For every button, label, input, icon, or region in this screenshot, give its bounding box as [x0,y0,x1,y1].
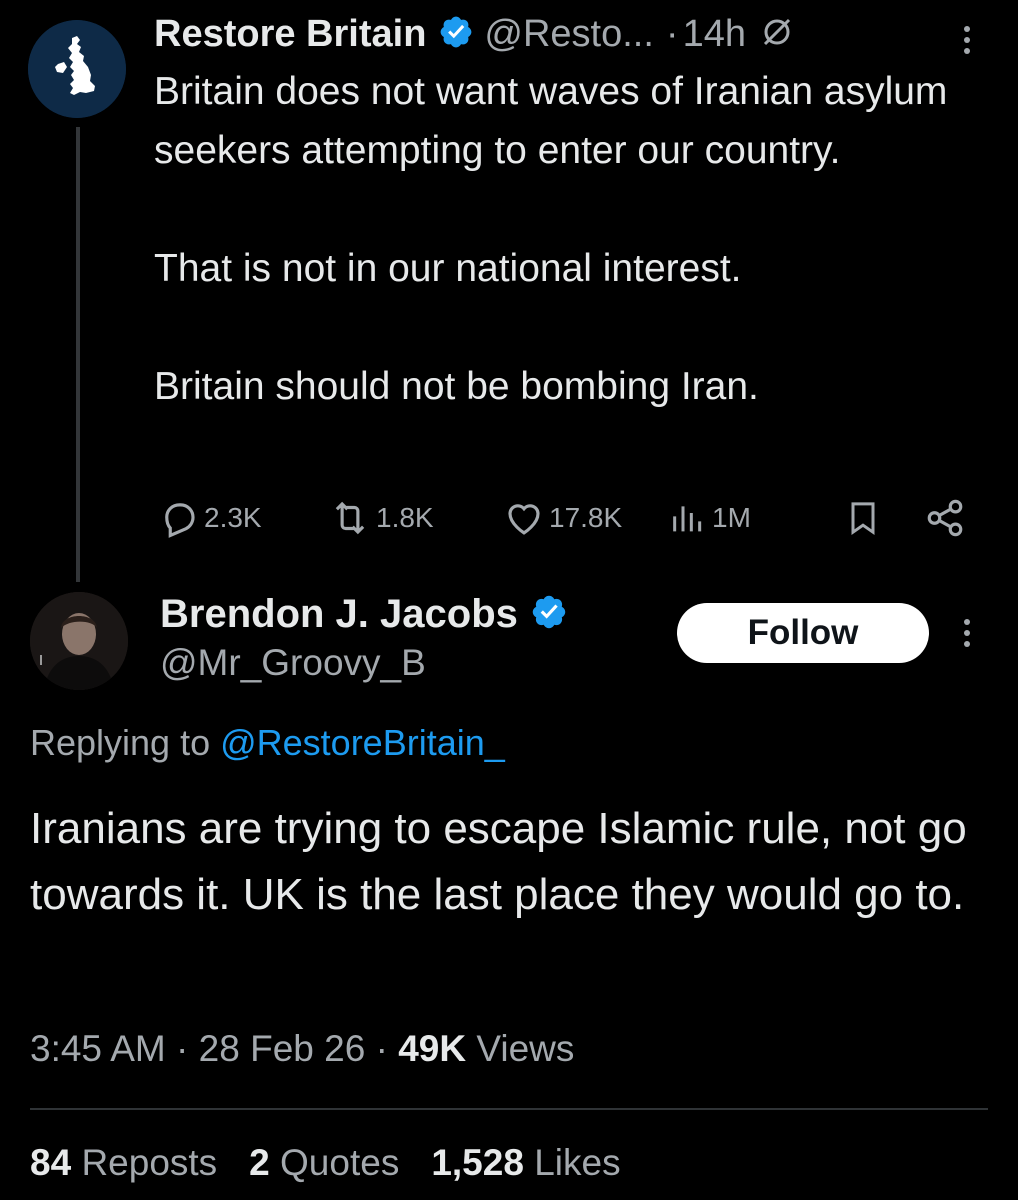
verified-badge-icon [530,593,568,636]
parent-tweet-paragraph: That is not in our national interest. [154,247,742,290]
parent-author-handle[interactable]: @Resto... [484,13,654,56]
replying-to-mention-link[interactable]: @RestoreBritain_ [220,722,505,763]
repost-button[interactable]: 1.8K [328,496,434,540]
divider [30,1108,988,1110]
views-count: 1M [712,502,751,533]
like-icon [508,504,540,535]
reply-tweet-text: Iranians are trying to escape Islamic ru… [30,804,967,919]
views-count: 49K [398,1028,467,1069]
like-count: 17.8K [549,502,623,533]
reply-author-name-row: Brendon J. Jacobs [160,586,568,642]
quotes-label: Quotes [280,1142,400,1183]
separator-dot: · [176,1028,189,1069]
more-icon[interactable] [955,22,979,58]
like-button[interactable]: 17.8K [503,496,622,540]
parent-tweet-text: Britain does not want waves of Iranian a… [154,62,974,416]
parent-tweet-paragraph: Britain should not be bombing Iran. [154,365,759,408]
brendon-jacobs-avatar[interactable] [30,592,128,690]
separator-dot: · [665,12,679,55]
parent-tweet-time[interactable]: 14h [683,13,746,56]
likes-label: Likes [534,1142,621,1183]
parent-tweet-header: Restore Britain @Resto... · 14h [154,8,794,60]
separator-dot: · [375,1028,388,1069]
reposts-stat[interactable]: 84 Reposts [30,1142,217,1183]
parent-tweet-paragraph: Britain does not want waves of Iranian a… [154,70,948,172]
reply-button[interactable]: 2.3K [158,496,262,540]
share-button[interactable] [923,496,971,540]
reply-author-name[interactable]: Brendon J. Jacobs [160,592,518,637]
repost-icon [335,501,365,535]
follow-button[interactable]: Follow [677,603,929,663]
tweet-date[interactable]: 28 Feb 26 [199,1028,366,1069]
more-icon[interactable] [955,615,979,651]
replying-to-label: Replying to [30,722,221,763]
share-icon [927,499,963,537]
quotes-stat[interactable]: 2 Quotes [249,1142,399,1183]
likes-stat[interactable]: 1,528 Likes [431,1142,620,1183]
reposts-count: 84 [30,1142,72,1183]
bookmark-button[interactable] [843,496,887,540]
views-icon [673,506,702,532]
views-label: Views [476,1028,575,1069]
repost-count: 1.8K [376,502,434,533]
thread-connector-line [76,127,80,582]
reply-tweet-meta: 3:45 AM · 28 Feb 26 · 49K Views [30,1028,574,1070]
likes-count: 1,528 [431,1142,524,1183]
replying-to-line: Replying to @RestoreBritain_ [30,722,505,764]
views-button[interactable]: 1M [668,496,751,540]
profile-photo [30,592,128,690]
reply-count: 2.3K [204,502,262,533]
britain-map-icon [28,20,126,118]
tweet-time[interactable]: 3:45 AM [30,1028,166,1069]
quotes-count: 2 [249,1142,270,1183]
reposts-label: Reposts [81,1142,218,1183]
restore-britain-avatar[interactable] [28,20,126,118]
parent-tweet-actions: 2.3K 1.8K 17.8K 1M [158,496,970,540]
verified-badge-icon [438,14,474,55]
no-edit-icon [760,15,794,54]
reply-icon [165,503,195,538]
engagement-stats: 84 Reposts 2 Quotes 1,528 Likes [30,1142,621,1184]
parent-author-name[interactable]: Restore Britain [154,13,426,56]
reply-author-handle[interactable]: @Mr_Groovy_B [160,642,426,684]
bookmark-icon [851,502,875,536]
